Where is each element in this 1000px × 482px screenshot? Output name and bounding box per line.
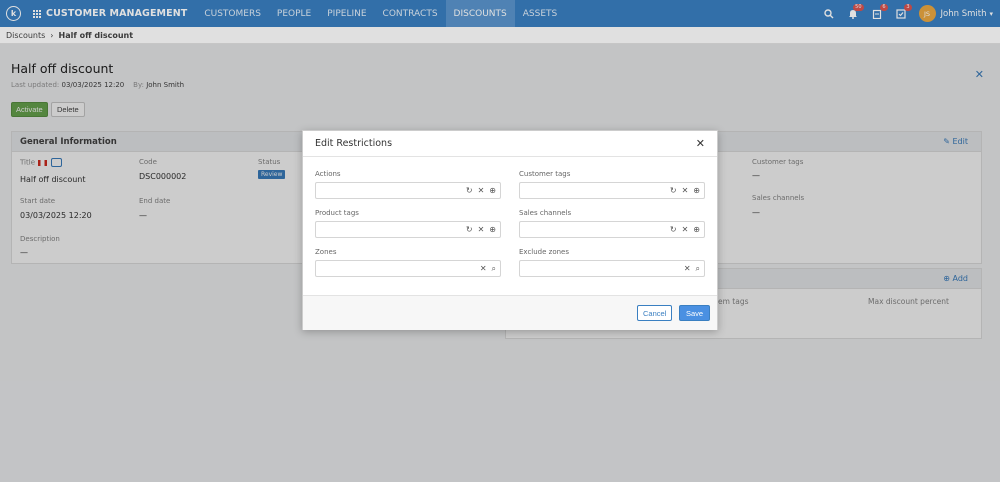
clear-icon[interactable]: ✕ xyxy=(478,225,485,234)
refresh-icon[interactable]: ↻ xyxy=(466,186,473,195)
zones-label: Zones xyxy=(315,248,337,256)
refresh-icon[interactable]: ↻ xyxy=(466,225,473,234)
customer-tags-field-label: Customer tags xyxy=(519,170,571,178)
add-circle-icon[interactable]: ⊕ xyxy=(489,225,496,234)
add-circle-icon[interactable]: ⊕ xyxy=(489,186,496,195)
product-tags-field[interactable]: ↻ ✕ ⊕ xyxy=(315,221,501,238)
clear-icon[interactable]: ✕ xyxy=(682,186,689,195)
sales-channels-field-label: Sales channels xyxy=(519,209,572,217)
exclude-zones-label: Exclude zones xyxy=(519,248,569,256)
actions-label: Actions xyxy=(315,170,341,178)
add-circle-icon[interactable]: ⊕ xyxy=(693,186,700,195)
actions-field[interactable]: ↻ ✕ ⊕ xyxy=(315,182,501,199)
clear-icon[interactable]: ✕ xyxy=(480,264,487,273)
modal-backdrop-top xyxy=(0,0,1000,44)
clear-icon[interactable]: ✕ xyxy=(478,186,485,195)
product-tags-label: Product tags xyxy=(315,209,359,217)
clear-icon[interactable]: ✕ xyxy=(682,225,689,234)
add-circle-icon[interactable]: ⊕ xyxy=(693,225,700,234)
refresh-icon[interactable]: ↻ xyxy=(670,186,677,195)
zones-field[interactable]: ✕ ⌕ xyxy=(315,260,501,277)
search-icon[interactable]: ⌕ xyxy=(492,264,496,274)
modal-close-icon[interactable]: ✕ xyxy=(696,137,705,150)
sales-channels-field[interactable]: ↻ ✕ ⊕ xyxy=(519,221,705,238)
search-icon[interactable]: ⌕ xyxy=(696,264,700,274)
cancel-button[interactable]: Cancel xyxy=(637,305,673,321)
clear-icon[interactable]: ✕ xyxy=(684,264,691,273)
exclude-zones-field[interactable]: ✕ ⌕ xyxy=(519,260,705,277)
modal-title: Edit Restrictions xyxy=(303,131,717,157)
save-button[interactable]: Save xyxy=(679,305,711,321)
customer-tags-field[interactable]: ↻ ✕ ⊕ xyxy=(519,182,705,199)
refresh-icon[interactable]: ↻ xyxy=(670,225,677,234)
edit-restrictions-modal: Edit Restrictions ✕ Actions ↻ ✕ ⊕ Customer… xyxy=(302,130,718,330)
